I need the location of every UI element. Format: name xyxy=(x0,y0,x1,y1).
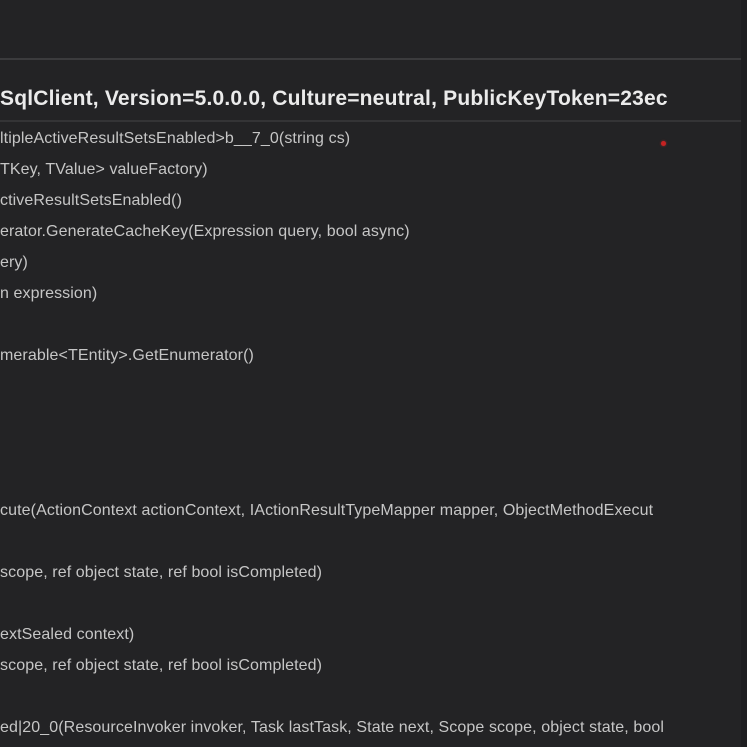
scrollbar-gutter xyxy=(741,0,747,747)
stack-frame-line xyxy=(0,402,747,433)
stack-frame-line: erator.GenerateCacheKey(Expression query… xyxy=(0,216,747,247)
stack-frame-line: ctiveResultSetsEnabled() xyxy=(0,185,747,216)
stack-frame-line xyxy=(0,526,747,557)
stack-frame-line: ed|20_0(ResourceInvoker invoker, Task la… xyxy=(0,712,747,743)
stack-frame-line xyxy=(0,433,747,464)
header-bottom-divider xyxy=(0,120,741,122)
stack-frame-line: ery) xyxy=(0,247,747,278)
stack-frame-line: TKey, TValue> valueFactory) xyxy=(0,154,747,185)
assembly-header-text: SqlClient, Version=5.0.0.0, Culture=neut… xyxy=(0,84,747,114)
stack-frame-line: merable<TEntity>.GetEnumerator() xyxy=(0,340,747,371)
stack-frame-line: scope, ref object state, ref bool isComp… xyxy=(0,557,747,588)
stack-frame-line: extSealed context) xyxy=(0,619,747,650)
stack-trace-view: SqlClient, Version=5.0.0.0, Culture=neut… xyxy=(0,0,747,747)
stack-frame-line xyxy=(0,681,747,712)
stack-frame-list: ltipleActiveResultSetsEnabled>b__7_0(str… xyxy=(0,123,747,747)
stack-frame-line xyxy=(0,464,747,495)
stack-frame-line: scope, ref object state, ref bool isComp… xyxy=(0,650,747,681)
stack-frame-line: n expression) xyxy=(0,278,747,309)
stack-frame-line xyxy=(0,371,747,402)
header-top-divider xyxy=(0,58,741,60)
stack-frame-line: ltipleActiveResultSetsEnabled>b__7_0(str… xyxy=(0,123,747,154)
stack-frame-line: cute(ActionContext actionContext, IActio… xyxy=(0,495,747,526)
stack-frame-line xyxy=(0,588,747,619)
stack-frame-line xyxy=(0,309,747,340)
